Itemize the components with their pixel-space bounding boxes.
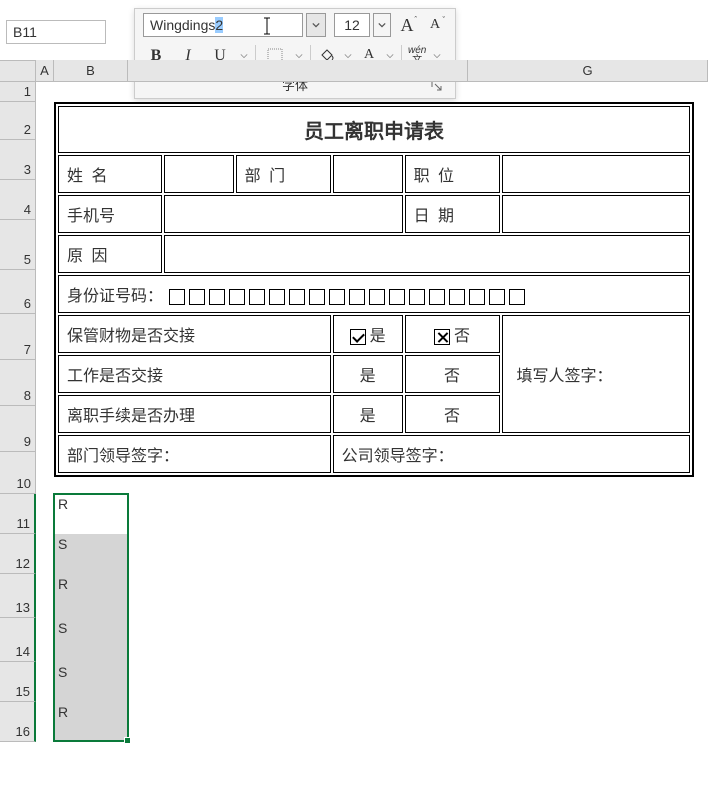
row-header-7[interactable]: 7 [0, 314, 36, 360]
cell-B11[interactable]: R [54, 494, 128, 534]
row-header-4[interactable]: 4 [0, 180, 36, 220]
label-dept-sign: 部门领导签字： [58, 435, 331, 473]
field-dept[interactable] [333, 155, 403, 193]
caret-up-icon: ˆ [414, 15, 417, 24]
id-box[interactable] [349, 289, 365, 305]
id-box[interactable] [209, 289, 225, 305]
id-box[interactable] [189, 289, 205, 305]
label-date: 日 期 [405, 195, 500, 233]
label-name: 姓 名 [58, 155, 162, 193]
chevron-down-icon [378, 21, 386, 29]
col-header-G[interactable]: G [468, 60, 708, 82]
label-q3: 离职手续是否办理 [58, 395, 331, 433]
id-box[interactable] [289, 289, 305, 305]
id-box[interactable] [269, 289, 285, 305]
id-box[interactable] [249, 289, 265, 305]
label-company-sign: 公司领导签字： [333, 435, 690, 473]
label-reason: 原 因 [58, 235, 162, 273]
row-header-1[interactable]: 1 [0, 82, 36, 102]
chevron-down-icon [386, 52, 394, 60]
row-header-8[interactable]: 8 [0, 360, 36, 406]
id-box[interactable] [169, 289, 185, 305]
label-phone: 手机号 [58, 195, 162, 233]
label-idnumber: 身份证号码： [67, 288, 163, 305]
q1-no[interactable]: 否 [405, 315, 500, 353]
id-boxes[interactable] [167, 288, 527, 305]
id-box[interactable] [489, 289, 505, 305]
id-box[interactable] [389, 289, 405, 305]
font-size-input[interactable]: 12 [334, 13, 370, 37]
row-header-6[interactable]: 6 [0, 270, 36, 314]
row-header-12[interactable]: 12 [0, 534, 36, 574]
id-box[interactable] [449, 289, 465, 305]
q3-no[interactable]: 否 [405, 395, 500, 433]
field-reason[interactable] [164, 235, 690, 273]
caret-down-icon: ˇ [442, 15, 445, 24]
id-box[interactable] [409, 289, 425, 305]
cell-ref: B11 [13, 24, 37, 40]
chevron-down-icon [295, 52, 303, 60]
chevron-down-icon [344, 52, 352, 60]
field-date[interactable] [502, 195, 691, 233]
field-position[interactable] [502, 155, 691, 193]
shrink-font-button[interactable]: Aˇ [423, 13, 447, 37]
col-header-A[interactable]: A [36, 60, 54, 82]
label-filler-sign: 填写人签字： [502, 315, 691, 433]
cell-B14[interactable]: S [54, 618, 128, 662]
cell-B15[interactable]: S [54, 662, 128, 702]
id-box[interactable] [469, 289, 485, 305]
font-size-dropdown[interactable] [373, 13, 391, 37]
row-header-2[interactable]: 2 [0, 102, 36, 140]
chevron-down-icon [240, 52, 248, 60]
id-box[interactable] [329, 289, 345, 305]
col-header-gap [128, 60, 468, 82]
q2-no[interactable]: 否 [405, 355, 500, 393]
row-header-15[interactable]: 15 [0, 662, 36, 702]
row-header-13[interactable]: 13 [0, 574, 36, 618]
id-box[interactable] [429, 289, 445, 305]
row-headers: 12345678910111213141516 [0, 82, 36, 742]
text-cursor-icon [260, 17, 274, 35]
spreadsheet-grid[interactable]: A B G 12345678910111213141516 员工离职申请表 姓 … [0, 60, 708, 82]
checkbox-checked-icon [350, 329, 366, 345]
row-idnumber: 身份证号码： [58, 275, 690, 313]
font-name-input[interactable]: Wingdings 2 [143, 13, 303, 37]
q3-yes[interactable]: 是 [333, 395, 403, 433]
dialog-launcher[interactable] [431, 80, 445, 94]
id-box[interactable] [509, 289, 525, 305]
label-dept: 部 门 [236, 155, 331, 193]
row-header-16[interactable]: 16 [0, 702, 36, 742]
form-title: 员工离职申请表 [58, 106, 690, 153]
row-header-9[interactable]: 9 [0, 406, 36, 452]
grow-font-button[interactable]: Aˆ [395, 13, 419, 37]
row-header-10[interactable]: 10 [0, 452, 36, 494]
resignation-form: 员工离职申请表 姓 名 部 门 职 位 手机号 日 期 原 因 [54, 102, 694, 477]
select-all-corner[interactable] [0, 60, 36, 82]
row-header-5[interactable]: 5 [0, 220, 36, 270]
label-q2: 工作是否交接 [58, 355, 331, 393]
label-q1: 保管财物是否交接 [58, 315, 331, 353]
q2-yes[interactable]: 是 [333, 355, 403, 393]
row-header-14[interactable]: 14 [0, 618, 36, 662]
row-header-11[interactable]: 11 [0, 494, 36, 534]
row-header-3[interactable]: 3 [0, 140, 36, 180]
column-headers: A B G [0, 60, 708, 82]
id-box[interactable] [309, 289, 325, 305]
cell-B12[interactable]: S [54, 534, 128, 574]
checkbox-cross-icon [434, 329, 450, 345]
col-header-B[interactable]: B [54, 60, 128, 82]
label-position: 职 位 [405, 155, 500, 193]
chevron-down-icon [312, 21, 320, 29]
id-box[interactable] [369, 289, 385, 305]
q1-yes[interactable]: 是 [333, 315, 403, 353]
field-phone[interactable] [164, 195, 403, 233]
id-box[interactable] [229, 289, 245, 305]
cell-B16[interactable]: R [54, 702, 128, 742]
font-name-dropdown[interactable] [306, 13, 326, 37]
chevron-down-icon [433, 52, 441, 60]
field-name[interactable] [164, 155, 234, 193]
mini-toolbar: Wingdings 2 12 Aˆ Aˇ B I U [134, 8, 456, 99]
cell-B13[interactable]: R [54, 574, 128, 618]
name-box[interactable]: B11 [6, 20, 106, 44]
